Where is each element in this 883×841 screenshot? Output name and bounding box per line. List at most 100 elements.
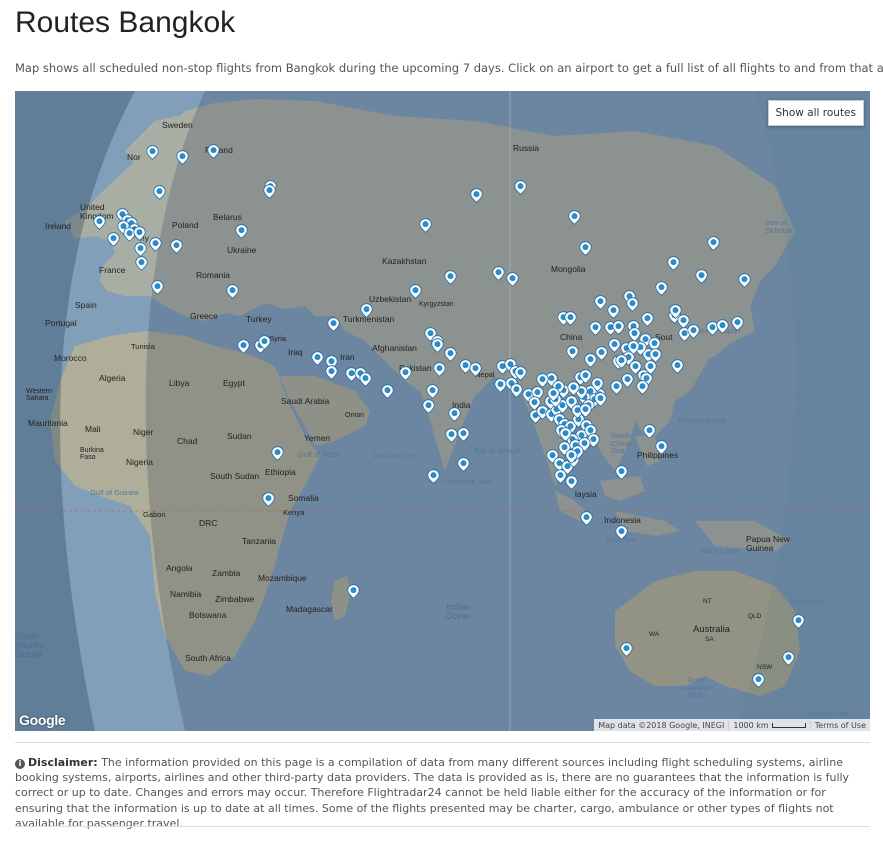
airport-pin[interactable] bbox=[782, 651, 795, 666]
airport-pin[interactable] bbox=[469, 362, 482, 377]
airport-pin[interactable] bbox=[433, 362, 446, 377]
airport-pin[interactable] bbox=[151, 280, 164, 295]
airport-pin[interactable] bbox=[359, 372, 372, 387]
airport-marker-icon bbox=[470, 188, 483, 203]
airport-pin[interactable] bbox=[506, 272, 519, 287]
airport-pin[interactable] bbox=[347, 584, 360, 599]
airport-pin[interactable] bbox=[514, 180, 527, 195]
map-data-attribution[interactable]: Map data ©2018 Google, INEGI bbox=[594, 721, 728, 730]
airport-pin[interactable] bbox=[591, 377, 604, 392]
airport-pin[interactable] bbox=[565, 449, 578, 464]
airport-pin[interactable] bbox=[695, 269, 708, 284]
airport-pin[interactable] bbox=[643, 424, 656, 439]
airport-pin[interactable] bbox=[237, 339, 250, 354]
airport-pin[interactable] bbox=[612, 320, 625, 335]
airport-pin[interactable] bbox=[792, 614, 805, 629]
terms-of-use-link[interactable]: Terms of Use bbox=[809, 720, 870, 730]
airport-pin[interactable] bbox=[327, 317, 340, 332]
airport-pin[interactable] bbox=[627, 340, 640, 355]
airport-pin[interactable] bbox=[448, 407, 461, 422]
airport-pin[interactable] bbox=[584, 353, 597, 368]
airport-pin[interactable] bbox=[752, 673, 765, 688]
airport-pin[interactable] bbox=[170, 239, 183, 254]
airport-marker-icon bbox=[607, 304, 620, 319]
airport-pin[interactable] bbox=[422, 399, 435, 414]
airport-pin[interactable] bbox=[146, 145, 159, 160]
disclaimer: i Disclaimer: The information provided on… bbox=[15, 755, 870, 831]
airport-pin[interactable] bbox=[547, 387, 560, 402]
airport-pin[interactable] bbox=[564, 311, 577, 326]
airport-pin[interactable] bbox=[636, 380, 649, 395]
airport-pin[interactable] bbox=[565, 475, 578, 490]
airport-pin[interactable] bbox=[445, 428, 458, 443]
airport-pin[interactable] bbox=[431, 338, 444, 353]
airport-pin[interactable] bbox=[258, 335, 271, 350]
airport-pin[interactable] bbox=[325, 365, 338, 380]
airport-pin[interactable] bbox=[655, 281, 668, 296]
airport-pin[interactable] bbox=[457, 427, 470, 442]
airport-pin[interactable] bbox=[444, 347, 457, 362]
airport-pin[interactable] bbox=[133, 226, 146, 241]
airport-pin[interactable] bbox=[655, 440, 668, 455]
airport-pin[interactable] bbox=[671, 359, 684, 374]
airport-pin[interactable] bbox=[579, 241, 592, 256]
airport-pin[interactable] bbox=[381, 384, 394, 399]
airport-pin[interactable] bbox=[514, 366, 527, 381]
airport-pin[interactable] bbox=[716, 319, 729, 334]
airport-pin[interactable] bbox=[311, 351, 324, 366]
show-all-routes-button[interactable]: Show all routes bbox=[767, 100, 864, 126]
route-map[interactable]: Sweden Finland Nor Russia United Kingdom… bbox=[15, 91, 870, 731]
airport-marker-icon bbox=[612, 320, 625, 335]
airport-pin[interactable] bbox=[419, 218, 432, 233]
airport-pin[interactable] bbox=[427, 469, 440, 484]
airport-pin[interactable] bbox=[134, 242, 147, 257]
airport-pin[interactable] bbox=[528, 396, 541, 411]
airport-pin[interactable] bbox=[149, 237, 162, 252]
airport-pin[interactable] bbox=[93, 215, 106, 230]
airport-pin[interactable] bbox=[731, 316, 744, 331]
airport-pin[interactable] bbox=[607, 304, 620, 319]
airport-pin[interactable] bbox=[559, 427, 572, 442]
airport-pin[interactable] bbox=[444, 270, 457, 285]
airport-pin[interactable] bbox=[426, 384, 439, 399]
airport-pin[interactable] bbox=[589, 321, 602, 336]
airport-pin[interactable] bbox=[263, 184, 276, 199]
airport-pin[interactable] bbox=[207, 144, 220, 159]
airport-pin[interactable] bbox=[594, 295, 607, 310]
airport-pin[interactable] bbox=[568, 210, 581, 225]
map-label-great-australian-bight: Great Australian Bight bbox=[680, 675, 714, 699]
airport-pin[interactable] bbox=[579, 403, 592, 418]
airport-pin[interactable] bbox=[566, 345, 579, 360]
airport-pin[interactable] bbox=[669, 304, 682, 319]
airport-pin[interactable] bbox=[738, 273, 751, 288]
airport-pin[interactable] bbox=[176, 150, 189, 165]
airport-pin[interactable] bbox=[360, 303, 373, 318]
airport-pin[interactable] bbox=[610, 380, 623, 395]
airport-pin[interactable] bbox=[235, 224, 248, 239]
airport-pin[interactable] bbox=[580, 511, 593, 526]
airport-pin[interactable] bbox=[615, 525, 628, 540]
airport-pin[interactable] bbox=[687, 324, 700, 339]
airport-pin[interactable] bbox=[262, 492, 275, 507]
airport-pin[interactable] bbox=[409, 284, 422, 299]
airport-pin[interactable] bbox=[457, 457, 470, 472]
airport-pin[interactable] bbox=[615, 354, 628, 369]
airport-pin[interactable] bbox=[492, 266, 505, 281]
airport-pin[interactable] bbox=[620, 642, 633, 657]
airport-pin[interactable] bbox=[649, 348, 662, 363]
airport-pin[interactable] bbox=[470, 188, 483, 203]
airport-pin[interactable] bbox=[226, 284, 239, 299]
airport-pin[interactable] bbox=[153, 185, 166, 200]
airport-pin[interactable] bbox=[135, 256, 148, 271]
airport-pin[interactable] bbox=[641, 312, 654, 327]
airport-pin[interactable] bbox=[399, 366, 412, 381]
airport-pin[interactable] bbox=[271, 446, 284, 461]
airport-pin[interactable] bbox=[707, 236, 720, 251]
airport-pin[interactable] bbox=[536, 373, 549, 388]
divider-top bbox=[15, 742, 870, 743]
airport-pin[interactable] bbox=[667, 256, 680, 271]
airport-pin[interactable] bbox=[107, 232, 120, 247]
airport-pin[interactable] bbox=[626, 297, 639, 312]
airport-pin[interactable] bbox=[615, 465, 628, 480]
airport-pin[interactable] bbox=[594, 392, 607, 407]
